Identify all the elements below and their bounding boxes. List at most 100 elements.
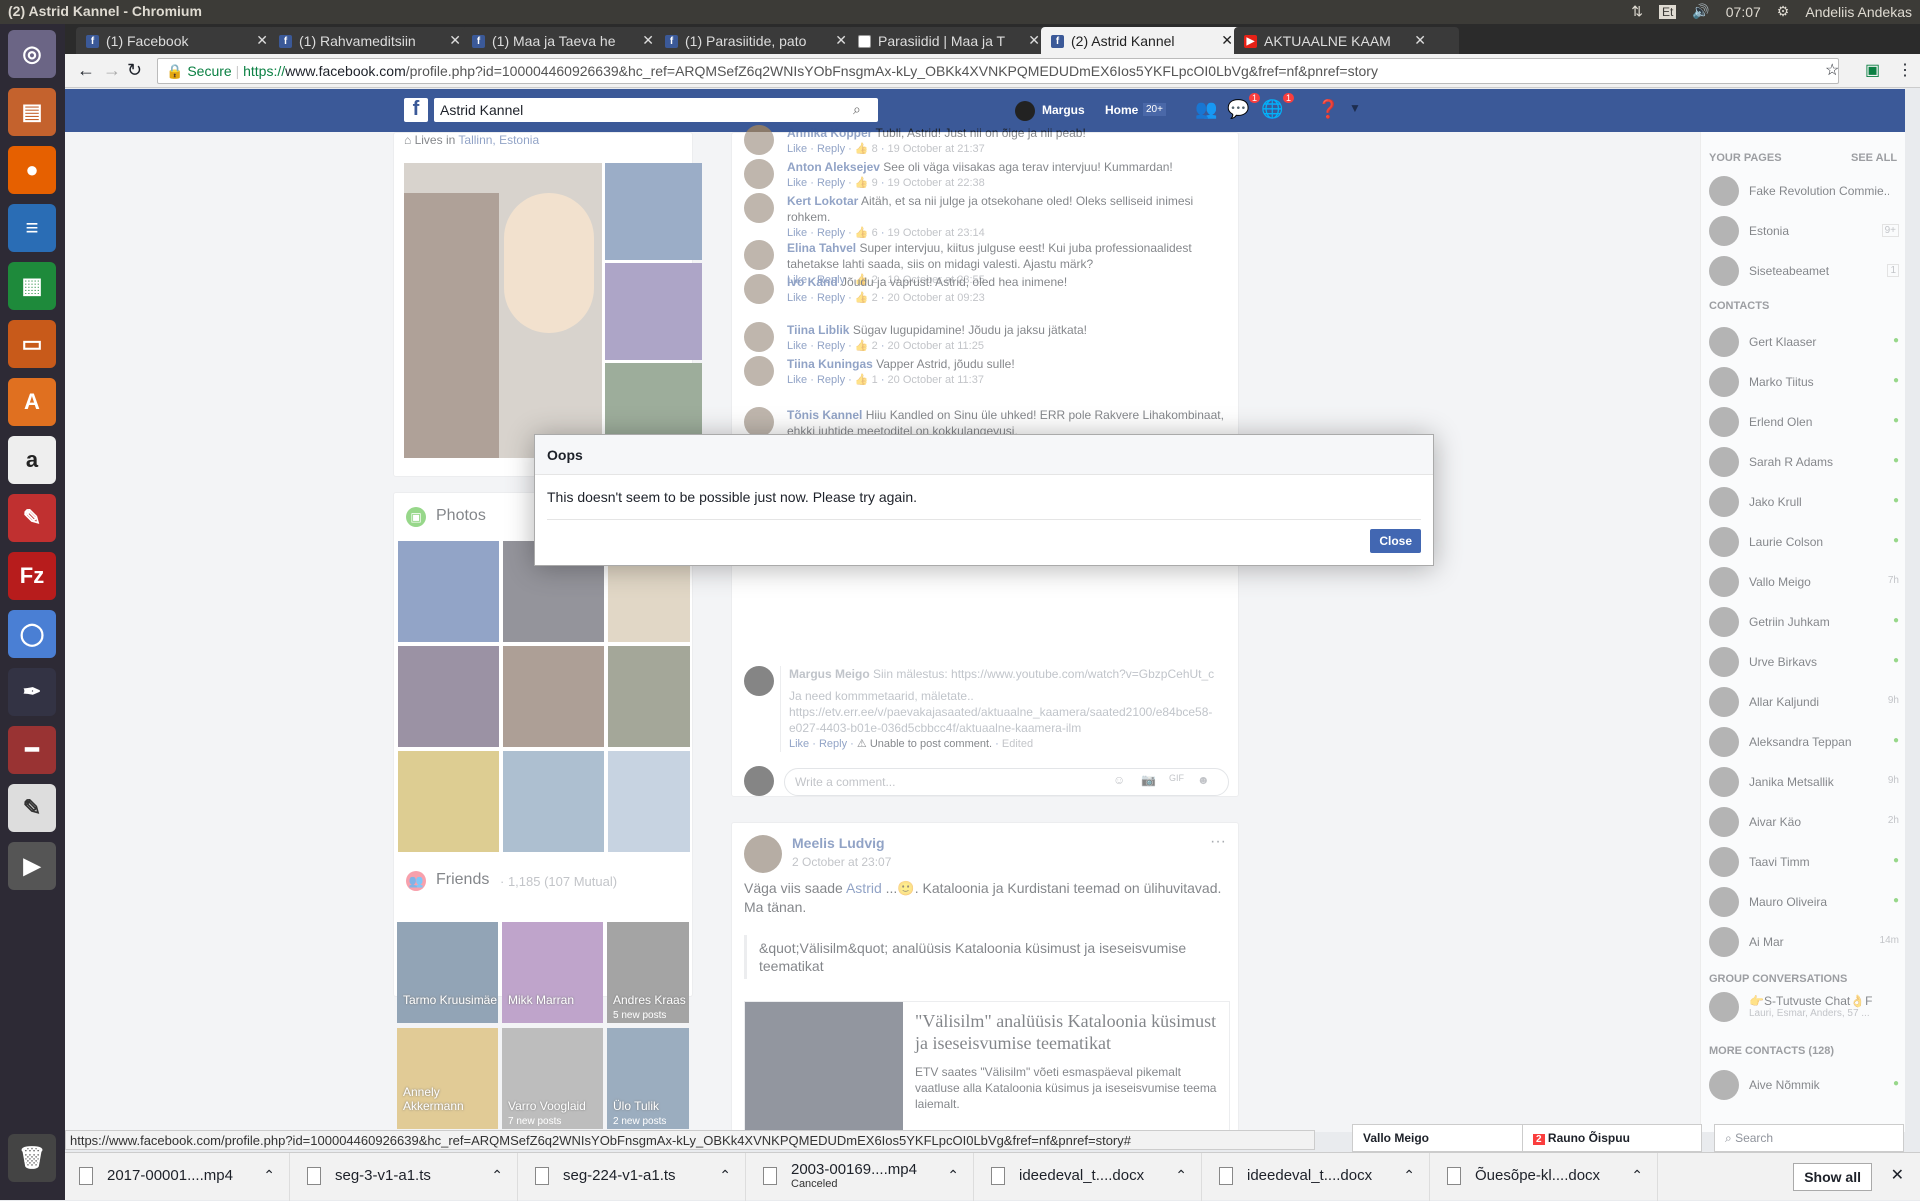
reload-icon[interactable]: ↻ [127, 60, 142, 81]
settings-icon[interactable]: ✎ [8, 494, 56, 542]
clock[interactable]: 07:07 [1726, 4, 1761, 20]
user-avatar[interactable] [1015, 101, 1035, 121]
video-editor-icon[interactable]: ▶ [8, 842, 56, 890]
tab-rahvameditsiin[interactable]: f (1) Rahvameditsiin ✕ [269, 27, 469, 54]
gear-icon[interactable]: ⚙ [1777, 3, 1790, 20]
notifications-badge: 1 [1283, 93, 1295, 103]
back-icon[interactable]: ← [77, 60, 95, 81]
close-icon[interactable]: ✕ [256, 32, 268, 49]
writer-icon[interactable]: ≡ [8, 204, 56, 252]
forward-icon[interactable]: → [103, 60, 121, 81]
download-item[interactable]: ideedeval_t....docx ⌃ [977, 1153, 1202, 1201]
download-item[interactable]: 2017-00001....mp4 ⌃ [65, 1153, 290, 1201]
app-icon[interactable]: ━ [8, 726, 56, 774]
chat-tab-vallo[interactable]: Vallo Meigo [1352, 1124, 1532, 1152]
lock-icon: 🔒 [166, 63, 184, 79]
network-icon[interactable]: ⇅ [1631, 3, 1643, 20]
help-icon[interactable]: ❓ [1317, 99, 1339, 120]
close-icon[interactable]: ✕ [642, 32, 654, 49]
download-item[interactable]: 2003-00169....mp4 Canceled ⌃ [749, 1153, 974, 1201]
file-icon [307, 1167, 321, 1185]
facebook-favicon-icon: f [1051, 35, 1064, 48]
chevron-up-icon[interactable]: ⌃ [263, 1167, 275, 1184]
download-status: Canceled [791, 1178, 838, 1190]
user-name[interactable]: Andeliis Andekas [1805, 4, 1912, 20]
new-tab-button[interactable] [1427, 27, 1459, 54]
close-button[interactable]: Close [1370, 529, 1421, 553]
messages-icon[interactable]: 💬 [1227, 99, 1249, 120]
chevron-up-icon[interactable]: ⌃ [947, 1167, 959, 1184]
download-name: seg-3-v1-a1.ts [335, 1167, 431, 1184]
amazon-icon[interactable]: a [8, 436, 56, 484]
tab-parasiitide[interactable]: f (1) Parasiitide, pato ✕ [655, 27, 855, 54]
close-icon[interactable]: ✕ [449, 32, 461, 49]
close-icon[interactable]: ✕ [835, 32, 847, 49]
tab-parasiidid[interactable]: Parasiidid | Maa ja T ✕ [848, 27, 1048, 54]
calc-icon[interactable]: ▦ [8, 262, 56, 310]
tab-label: Parasiidid | Maa ja T [878, 33, 1006, 49]
chevron-up-icon[interactable]: ⌃ [1631, 1167, 1643, 1184]
file-icon [535, 1167, 549, 1185]
url-protocol: https:// [243, 63, 286, 79]
facebook-search-input[interactable]: Astrid Kannel [434, 98, 878, 122]
status-url-bubble: https://www.facebook.com/profile.php?id=… [65, 1130, 1315, 1150]
chevron-up-icon[interactable]: ⌃ [491, 1167, 503, 1184]
download-item[interactable]: seg-224-v1-a1.ts ⌃ [521, 1153, 746, 1201]
friend-requests-icon[interactable]: 👥 [1195, 99, 1217, 120]
dialog-title: Oops [535, 435, 1433, 475]
url-input[interactable]: 🔒 Secure | https://www.facebook.com/prof… [157, 58, 1839, 84]
notifications-icon[interactable]: 🌐 [1261, 99, 1283, 120]
volume-icon[interactable]: 🔊 [1692, 3, 1709, 20]
download-item[interactable]: seg-3-v1-a1.ts ⌃ [293, 1153, 518, 1201]
chat-search-input[interactable]: ⌕ Search [1714, 1124, 1904, 1152]
search-icon[interactable]: ⌕ [853, 101, 861, 118]
address-bar-row: ← → ↻ 🔒 Secure | https://www.facebook.co… [65, 54, 1920, 88]
show-all-button[interactable]: Show all [1793, 1163, 1872, 1191]
tab-label: (2) Astrid Kannel [1071, 33, 1175, 49]
chat-badge: 2 [1533, 1134, 1545, 1145]
download-name: ideedeval_t....docx [1247, 1167, 1373, 1184]
menu-icon[interactable]: ⋮ [1897, 60, 1913, 80]
facebook-favicon-icon: f [86, 35, 99, 48]
ubuntu-dash-icon[interactable]: ◎ [8, 30, 56, 78]
user-name[interactable]: Margus [1042, 103, 1085, 117]
trash-icon[interactable]: 🗑 [8, 1134, 56, 1182]
text-editor-icon[interactable]: ✎ [8, 784, 56, 832]
facebook-logo-icon[interactable]: f [404, 98, 428, 122]
secure-label: Secure [187, 63, 232, 79]
dialog-message: This doesn't seem to be possible just no… [547, 475, 1421, 520]
home-link[interactable]: Home [1105, 103, 1138, 117]
download-item[interactable]: ideedeval_t....docx ⌃ [1205, 1153, 1430, 1201]
extension-icon[interactable]: ▣ [1865, 60, 1880, 80]
window-title: (2) Astrid Kannel - Chromium [8, 3, 202, 19]
chevron-up-icon[interactable]: ⌃ [1403, 1167, 1415, 1184]
inkscape-icon[interactable]: ✒ [8, 668, 56, 716]
bookmark-star-icon[interactable]: ☆ [1825, 60, 1839, 80]
chevron-up-icon[interactable]: ⌃ [1175, 1167, 1187, 1184]
facebook-favicon-icon: f [665, 35, 678, 48]
firefox-icon[interactable]: ● [8, 146, 56, 194]
file-icon [763, 1167, 777, 1185]
close-icon[interactable]: ✕ [1221, 32, 1233, 49]
modal-overlay [65, 132, 1905, 1132]
chevron-up-icon[interactable]: ⌃ [719, 1167, 731, 1184]
tab-aktuaalne-kaamera[interactable]: ▶ AKTUAALNE KAAM ✕ [1234, 27, 1434, 54]
chevron-down-icon[interactable]: ▼ [1349, 101, 1361, 115]
impress-icon[interactable]: ▭ [8, 320, 56, 368]
close-icon[interactable]: ✕ [1414, 32, 1426, 49]
chat-tab-rauno[interactable]: 2 Rauno Õispuu [1522, 1124, 1702, 1152]
file-icon [1219, 1167, 1233, 1185]
download-name: seg-224-v1-a1.ts [563, 1167, 676, 1184]
tab-astrid-kannel[interactable]: f (2) Astrid Kannel ✕ [1041, 27, 1241, 54]
download-item[interactable]: Õuesõpe-kl....docx ⌃ [1433, 1153, 1658, 1201]
software-center-icon[interactable]: A [8, 378, 56, 426]
close-icon[interactable]: ✕ [1028, 32, 1040, 49]
tab-maa-ja-taeva[interactable]: f (1) Maa ja Taeva he ✕ [462, 27, 662, 54]
filezilla-icon[interactable]: Fz [8, 552, 56, 600]
close-icon[interactable]: ✕ [1891, 1165, 1904, 1185]
chromium-icon[interactable]: ◯ [8, 610, 56, 658]
files-icon[interactable]: ▤ [8, 88, 56, 136]
keyboard-indicator[interactable]: Et [1658, 4, 1677, 19]
tab-facebook[interactable]: f (1) Facebook ✕ [76, 27, 276, 54]
download-name: ideedeval_t....docx [1019, 1167, 1145, 1184]
